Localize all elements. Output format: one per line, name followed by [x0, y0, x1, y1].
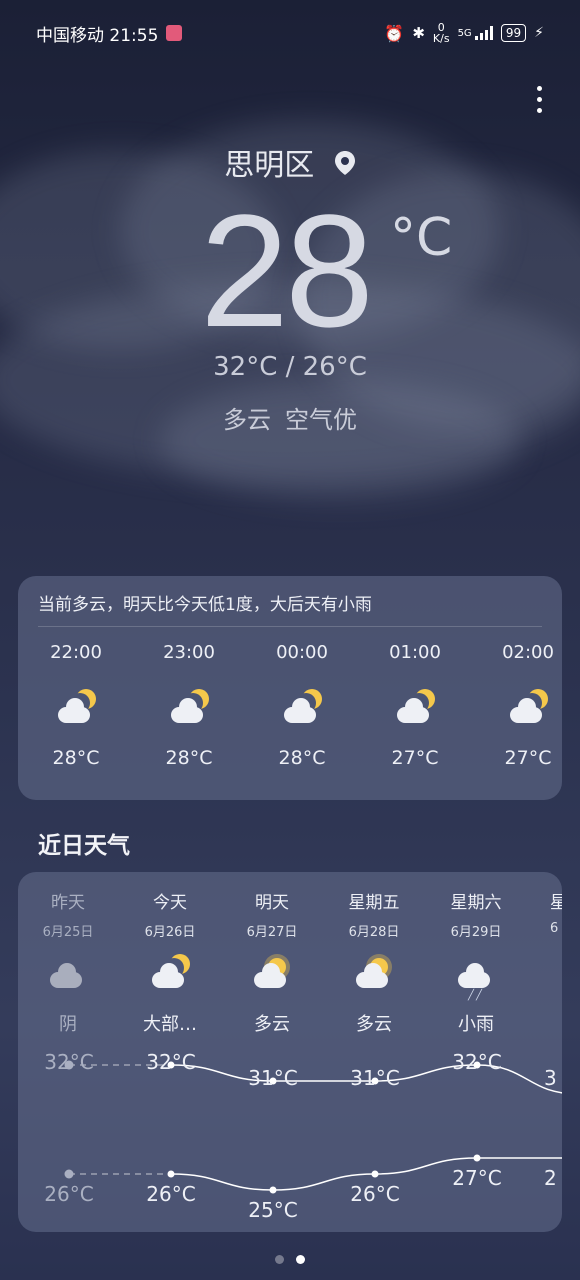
hour-time: 23:00: [163, 642, 215, 663]
daily-forecast-card[interactable]: 昨天 6月25日 阴 今天 6月26日 大部… 明天 6月27日 多云 星期五 …: [18, 872, 562, 1232]
hour-time: 01:00: [389, 642, 441, 663]
low-temp-point: [64, 1169, 74, 1179]
weather-condition: 多云: [223, 406, 271, 434]
hourly-item: 02:00 27°C: [488, 642, 568, 769]
carrier-time: 中国移动 21:55: [36, 25, 159, 46]
bluetooth-icon: ✱: [412, 24, 425, 42]
divider: [38, 626, 542, 627]
today-range: 32°C / 26°C: [213, 352, 367, 382]
low-temp-label: 27°C: [452, 1166, 502, 1190]
location-name: 思明区: [224, 148, 315, 183]
hour-temp: 28°C: [278, 747, 326, 769]
signal-5g-icon: 5G: [458, 26, 493, 40]
hourly-item: 23:00 28°C: [149, 642, 229, 769]
low-temp-point: [269, 1186, 277, 1194]
page-dot-active[interactable]: [296, 1255, 305, 1264]
moon-cloud-icon: [395, 689, 435, 729]
high-temp-label: 32°C: [44, 1050, 94, 1074]
location-header[interactable]: 思明区: [0, 140, 580, 184]
high-temp-label: 32°C: [452, 1050, 502, 1074]
low-temp-label: 26°C: [44, 1182, 94, 1206]
moon-cloud-icon: [169, 689, 209, 729]
air-quality: 空气优: [285, 406, 357, 434]
hourly-forecast-card[interactable]: 当前多云，明天比今天低1度，大后天有小雨 22:00 28°C 23:00 28…: [18, 576, 562, 800]
hourly-item: 22:00 28°C: [36, 642, 116, 769]
hour-temp: 28°C: [165, 747, 213, 769]
battery-indicator: 99: [500, 24, 527, 42]
alarm-icon: ⏰: [384, 23, 405, 43]
moon-cloud-icon: [56, 689, 96, 729]
moon-cloud-icon: [282, 689, 322, 729]
current-condition: 多云 空气优: [0, 400, 580, 435]
charging-icon: ⚡: [534, 25, 544, 41]
hour-temp: 28°C: [52, 747, 100, 769]
high-temp-label: 32°C: [146, 1050, 196, 1074]
page-dot[interactable]: [275, 1255, 284, 1264]
recent-weather-title: 近日天气: [38, 833, 130, 859]
low-temp-label: 26°C: [350, 1182, 400, 1206]
hour-time: 00:00: [276, 642, 328, 663]
low-temp-label: 2: [544, 1166, 557, 1190]
forecast-summary: 当前多云，明天比今天低1度，大后天有小雨: [38, 595, 372, 615]
hourly-item: 01:00 27°C: [375, 642, 455, 769]
low-temp-label: 25°C: [248, 1198, 298, 1222]
page-indicator[interactable]: [0, 1249, 580, 1268]
hour-temp: 27°C: [391, 747, 439, 769]
high-temp-label: 31°C: [248, 1066, 298, 1090]
high-temp-label: 3: [544, 1066, 557, 1090]
moon-cloud-icon: [508, 689, 548, 729]
hour-time: 22:00: [50, 642, 102, 663]
hourly-item: 00:00 28°C: [262, 642, 342, 769]
more-menu-button[interactable]: [537, 86, 542, 113]
location-pin-icon: [334, 149, 356, 184]
low-temp-point: [167, 1170, 175, 1178]
hour-temp: 27°C: [504, 747, 552, 769]
current-temperature: 28: [200, 181, 374, 360]
temperature-unit: °C: [390, 208, 453, 268]
high-temp-label: 31°C: [350, 1066, 400, 1090]
low-temp-point: [473, 1154, 481, 1162]
status-bar: 中国移动 21:55 ⏰ ✱ 0 K/s 5G 99 ⚡: [36, 18, 544, 48]
sim-card-icon: [166, 25, 183, 41]
low-temp-point: [371, 1170, 379, 1178]
hour-time: 02:00: [502, 642, 554, 663]
network-speed: 0 K/s: [432, 21, 450, 45]
low-temp-label: 26°C: [146, 1182, 196, 1206]
